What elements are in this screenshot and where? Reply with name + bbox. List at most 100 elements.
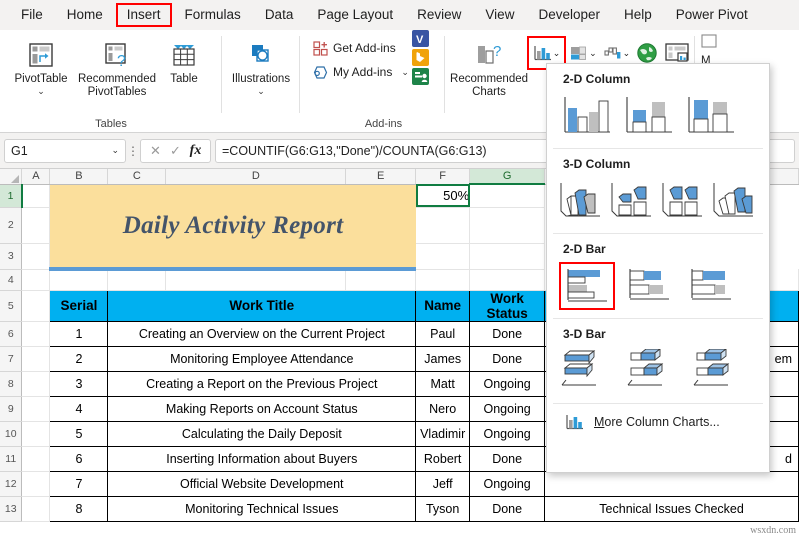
3d-stacked-column-option[interactable] (606, 177, 655, 225)
chevron-down-icon[interactable]: ⌄ (589, 48, 597, 59)
cell-a3[interactable] (21, 243, 51, 270)
cell-a5[interactable] (21, 290, 51, 322)
row-header-1[interactable]: 1 (0, 184, 23, 208)
cell-name[interactable]: Matt (415, 370, 471, 397)
cell-h3[interactable] (469, 243, 546, 270)
cell-remarks[interactable]: Technical Issues Checked (544, 495, 799, 522)
cell-h2[interactable] (469, 207, 546, 244)
cell-serial[interactable]: 1 (49, 320, 109, 347)
tab-view[interactable]: View (474, 3, 525, 27)
cell-name[interactable]: Jeff (415, 470, 471, 497)
cell-a9[interactable] (21, 396, 51, 422)
cell-name[interactable]: Nero (415, 395, 471, 422)
cell-serial[interactable]: 5 (49, 420, 109, 447)
column-header-f[interactable]: F (415, 169, 471, 185)
tab-page-layout[interactable]: Page Layout (306, 3, 404, 27)
tab-help[interactable]: Help (613, 3, 663, 27)
select-all-corner[interactable] (0, 169, 23, 185)
my-addins-button[interactable]: My Add-ins ⌄ (308, 60, 414, 84)
chevron-down-icon[interactable]: ⌄ (111, 145, 119, 156)
row-header-4[interactable]: 4 (0, 269, 23, 291)
100-stacked-bar-option[interactable] (683, 262, 739, 310)
row-header-9[interactable]: 9 (0, 396, 23, 422)
table-header-name[interactable]: Name (415, 289, 471, 322)
clustered-bar-option[interactable] (559, 262, 615, 310)
cell-g2[interactable] (415, 207, 471, 244)
recommended-pivottables-button[interactable]: ? Recommended PivotTables (74, 35, 160, 101)
cell-name[interactable]: Robert (415, 445, 471, 472)
3d-stacked-bar-option[interactable] (623, 347, 679, 395)
cell-a11[interactable] (21, 446, 51, 472)
report-title-banner[interactable]: Daily Activity Report (49, 184, 416, 271)
cell-work-title[interactable]: Monitoring Technical Issues (107, 495, 417, 522)
cell-e4[interactable] (345, 269, 417, 291)
column-header-g[interactable]: G (469, 169, 546, 185)
cell-serial[interactable]: 4 (49, 395, 109, 422)
cell-serial[interactable]: 8 (49, 495, 109, 522)
cell-name[interactable]: Vladimir (415, 420, 471, 447)
column-header-c[interactable]: C (107, 169, 167, 185)
stacked-bar-option[interactable] (621, 262, 677, 310)
tab-data[interactable]: Data (254, 3, 305, 27)
cell-work-status[interactable]: Done (469, 445, 546, 472)
column-header-d[interactable]: D (165, 169, 347, 185)
tab-developer[interactable]: Developer (527, 3, 611, 27)
chevron-down-icon[interactable]: ⌄ (401, 67, 409, 78)
cell-serial[interactable]: 6 (49, 445, 109, 472)
cell-work-title[interactable]: Creating an Overview on the Current Proj… (107, 320, 417, 347)
cell-work-title[interactable]: Calculating the Daily Deposit (107, 420, 417, 447)
column-header-a[interactable]: A (21, 169, 51, 185)
tab-formulas[interactable]: Formulas (174, 3, 252, 27)
column-header-e[interactable]: E (345, 169, 417, 185)
tab-review[interactable]: Review (406, 3, 472, 27)
row-header-10[interactable]: 10 (0, 421, 23, 447)
tab-file[interactable]: File (10, 3, 54, 27)
cell-g4[interactable] (469, 269, 546, 291)
3d-column-option[interactable] (708, 177, 757, 225)
cell-a8[interactable] (21, 371, 51, 397)
cell-name[interactable]: Tyson (415, 495, 471, 522)
chevron-down-icon[interactable]: ⌄ (623, 48, 631, 59)
chevron-down-icon[interactable]: ⌄ (37, 87, 45, 96)
row-header-7[interactable]: 7 (0, 346, 23, 372)
cell-a4[interactable] (21, 269, 51, 291)
cell-b4[interactable] (49, 269, 109, 291)
illustrations-button[interactable]: Illustrations ⌄ (224, 35, 298, 98)
cell-g3[interactable] (415, 243, 471, 270)
cell-h1[interactable] (469, 184, 546, 208)
cell-a10[interactable] (21, 421, 51, 447)
cell-a1[interactable] (21, 184, 51, 208)
row-header-5[interactable]: 5 (0, 290, 23, 322)
bing-maps-addin-icon[interactable] (412, 49, 429, 66)
cell-work-status[interactable]: Ongoing (469, 420, 546, 447)
cell-work-title[interactable]: Inserting Information about Buyers (107, 445, 417, 472)
cell-work-status[interactable]: Ongoing (469, 370, 546, 397)
cell-d4[interactable] (165, 269, 347, 291)
pivottable-button[interactable]: PivotTable ⌄ (8, 35, 74, 98)
100-stacked-column-option[interactable] (683, 92, 739, 140)
sparkline-icon[interactable] (701, 34, 717, 48)
cell-g1[interactable]: 50% (415, 184, 471, 208)
cell-a2[interactable] (21, 207, 51, 244)
insert-function-icon[interactable]: fx (187, 143, 204, 159)
3d-100-stacked-column-option[interactable] (657, 177, 706, 225)
table-header-work-title[interactable]: Work Title (107, 289, 417, 322)
people-graph-addin-icon[interactable] (412, 68, 429, 85)
cell-serial[interactable]: 3 (49, 370, 109, 397)
column-header-b[interactable]: B (49, 169, 109, 185)
clustered-column-option[interactable] (559, 92, 615, 140)
close-icon[interactable]: ✕ (147, 143, 164, 159)
cell-f4[interactable] (415, 269, 471, 291)
chevron-down-icon[interactable]: ⌄ (257, 87, 265, 96)
tab-home[interactable]: Home (56, 3, 114, 27)
cell-serial[interactable]: 7 (49, 470, 109, 497)
recommended-charts-button[interactable]: ? Recommended Charts (450, 35, 528, 101)
row-header-8[interactable]: 8 (0, 371, 23, 397)
cell-name[interactable]: James (415, 345, 471, 372)
cell-serial[interactable]: 2 (49, 345, 109, 372)
cell-work-status[interactable]: Ongoing (469, 395, 546, 422)
row-header-2[interactable]: 2 (0, 207, 23, 244)
3d-100-stacked-bar-option[interactable] (689, 347, 745, 395)
cell-name[interactable]: Paul (415, 320, 471, 347)
3d-clustered-column-option[interactable] (555, 177, 604, 225)
